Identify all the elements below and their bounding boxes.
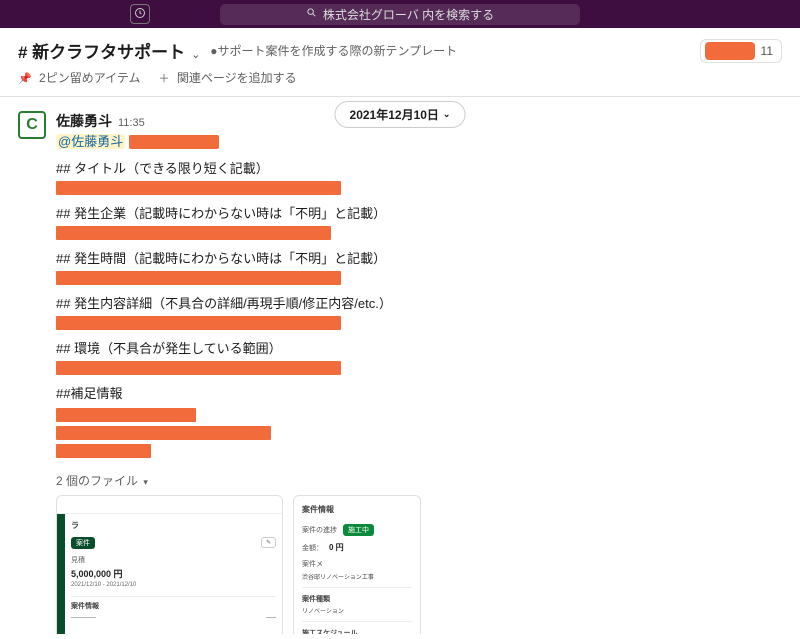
channel-topic: ●サポート案件を作成する際の新テンプレート — [210, 42, 457, 59]
chevron-down-icon: ⌄ — [191, 49, 200, 61]
a1-amount: 5,000,000 円 — [71, 567, 136, 580]
a2-title: 案件情報 — [302, 504, 412, 515]
channel-title: # 新クラフタサポート — [18, 43, 185, 62]
a1-title: ラ — [71, 520, 276, 531]
files-summary[interactable]: 2 個のファイル ▾ — [56, 472, 782, 489]
pin-bar: 📌 2ピン留めアイテム ＋ 関連ページを追加する — [0, 63, 800, 97]
date-divider[interactable]: 2021年12月10日 ⌄ — [335, 101, 466, 128]
history-button[interactable] — [130, 4, 150, 24]
channel-header: # 新クラフタサポート ⌄ ●サポート案件を作成する際の新テンプレート 11 — [0, 28, 800, 63]
a1-chip: 案件 — [71, 537, 95, 549]
search-icon — [306, 7, 317, 21]
members-button[interactable]: 11 — [700, 39, 782, 63]
template-heading-env: ## 環境（不具合が発生している範囲） — [56, 338, 782, 357]
redacted-block — [56, 361, 341, 375]
channel-title-button[interactable]: # 新クラフタサポート ⌄ — [18, 38, 200, 63]
search-input[interactable]: 株式会社グローバ 内を検索する — [220, 4, 580, 25]
plus-icon: ＋ — [159, 73, 170, 85]
redacted-block — [56, 226, 331, 240]
attachment-preview-2[interactable]: 案件情報 案件の進捗 施工中 金額： 0 円 案件メ 渋谷邸リノベーション工事 … — [293, 495, 421, 634]
message-author[interactable]: 佐藤勇斗 — [56, 111, 112, 131]
member-avatars-redacted — [705, 42, 755, 60]
member-count: 11 — [761, 44, 773, 58]
a2-sec2-title: 案件種類 — [302, 594, 412, 604]
attachment1-toolbar — [57, 496, 282, 514]
message: C 佐藤勇斗 11:35 @佐藤勇斗 ## タイトル（できる限り短く記載） ##… — [18, 111, 782, 634]
attachment1-sidebar — [57, 514, 65, 634]
message-body: 佐藤勇斗 11:35 @佐藤勇斗 ## タイトル（できる限り短く記載） ## 発… — [56, 111, 782, 634]
template-heading-extra: ##補足情報 — [56, 383, 782, 402]
channel-header-left: # 新クラフタサポート ⌄ ●サポート案件を作成する際の新テンプレート — [18, 38, 457, 63]
attachment-preview-1[interactable]: ラ 案件 見積 5,000,000 円 2021/12/10 - 2021/12… — [56, 495, 283, 634]
redacted-block — [56, 426, 271, 440]
mention-line: @佐藤勇斗 — [56, 131, 782, 150]
caret-down-icon: ▾ — [143, 477, 148, 487]
redacted-text — [129, 135, 219, 149]
a1-edit-btn: ✎ — [261, 537, 276, 548]
messages-area: 2021年12月10日 ⌄ C 佐藤勇斗 11:35 @佐藤勇斗 ## タイトル… — [0, 97, 800, 634]
chevron-down-icon: ⌄ — [443, 109, 451, 120]
user-mention[interactable]: @佐藤勇斗 — [56, 134, 125, 149]
avatar[interactable]: C — [18, 111, 46, 139]
a2-row2-value: 0 円 — [329, 542, 344, 553]
a2-row2-label: 金額： — [302, 543, 323, 553]
redacted-block — [56, 181, 341, 195]
files-label: 2 個のファイル — [56, 474, 138, 488]
redacted-block — [56, 316, 341, 330]
template-heading-company: ## 発生企業（記載時にわからない時は「不明」と記載） — [56, 203, 782, 222]
template-heading-time: ## 発生時間（記載時にわからない時は「不明」と記載） — [56, 248, 782, 267]
redacted-block — [56, 408, 196, 422]
a2-row1-label: 案件の進捗 — [302, 525, 337, 535]
clock-icon — [134, 7, 146, 22]
redacted-block — [56, 271, 341, 285]
pinned-items-button[interactable]: 📌 2ピン留めアイテム — [18, 69, 141, 86]
attachment1-body: ラ 案件 見積 5,000,000 円 2021/12/10 - 2021/12… — [65, 514, 282, 634]
pin-icon: 📌 — [18, 73, 32, 85]
add-related-label: 関連ページを追加する — [177, 71, 297, 85]
search-placeholder: 株式会社グローバ 内を検索する — [323, 6, 494, 23]
top-bar: 株式会社グローバ 内を検索する — [0, 0, 800, 28]
a1-daterow: 2021/12/10 - 2021/12/10 — [71, 582, 136, 588]
template-heading-title: ## タイトル（できる限り短く記載） — [56, 158, 782, 177]
a2-sec3-title: 施工スケジュール — [302, 628, 412, 634]
message-time: 11:35 — [118, 117, 145, 129]
a2-row3-value: 渋谷邸リノベーション工事 — [302, 572, 412, 581]
attachments: ラ 案件 見積 5,000,000 円 2021/12/10 - 2021/12… — [56, 495, 782, 634]
add-related-button[interactable]: ＋ 関連ページを追加する — [159, 69, 297, 86]
redacted-block — [56, 444, 151, 458]
pinned-items-label: 2ピン留めアイテム — [39, 71, 140, 85]
a2-sec2-value: リノベーション — [302, 606, 412, 615]
template-heading-details: ## 発生内容詳細（不具合の詳細/再現手順/修正内容/etc.） — [56, 293, 782, 312]
a1-amount-label: 見積 — [71, 555, 85, 565]
a2-row1-tag: 施工中 — [343, 524, 374, 536]
date-divider-label: 2021年12月10日 — [350, 106, 439, 123]
a2-row3-label: 案件メ — [302, 559, 323, 569]
a1-section2-title: 案件情報 — [71, 601, 276, 611]
